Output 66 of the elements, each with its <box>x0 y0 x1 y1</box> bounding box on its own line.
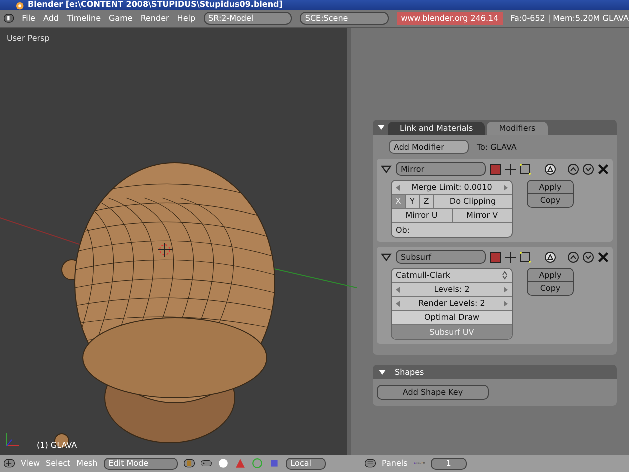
window-title: Blender [e:\CONTENT 2008\STUPIDUS\Stupidus09.blend] <box>28 0 283 10</box>
grid-toggle-icon[interactable] <box>505 164 516 174</box>
menu-item[interactable]: File <box>22 14 36 23</box>
close-icon[interactable] <box>598 164 609 174</box>
menu-item[interactable]: Timeline <box>66 14 101 23</box>
option-toggle[interactable]: Subsurf UV <box>392 325 512 339</box>
grid-toggle-icon[interactable] <box>505 252 516 262</box>
right-arrow-icon[interactable] <box>502 300 508 306</box>
close-icon[interactable] <box>598 252 609 262</box>
cage-toggle-icon[interactable] <box>520 252 531 262</box>
view-label: User Persp <box>7 34 50 43</box>
panel-title: Shapes <box>395 368 424 376</box>
menu-item[interactable]: Help <box>177 14 196 23</box>
menu-item[interactable]: Render <box>140 14 170 23</box>
expand-triangle-icon[interactable] <box>381 252 392 262</box>
levels-field[interactable]: Levels: 2 <box>392 283 512 297</box>
blender-logo-icon <box>14 0 25 10</box>
modifier-name-field[interactable]: Subsurf <box>396 250 486 264</box>
menu-item[interactable]: Add <box>43 14 59 23</box>
move-down-icon[interactable] <box>583 164 594 174</box>
version-label: www.blender.org 246.14 <box>397 12 503 25</box>
object-label: (1) GLAVA <box>37 441 78 450</box>
editor-type-icon[interactable] <box>4 13 14 24</box>
subdivision-type-menu[interactable]: Catmull-Clark <box>392 269 512 283</box>
stats-label: Fa:0-652 | Mem:5.20M GLAVA <box>510 14 629 23</box>
pivot-icon[interactable] <box>200 458 212 469</box>
move-up-icon[interactable] <box>568 252 579 262</box>
frame-field[interactable]: 1 <box>430 458 467 470</box>
orientation-menu[interactable]: Local <box>286 458 326 470</box>
move-down-icon[interactable] <box>583 252 594 262</box>
screen-field[interactable]: SR:2-Model <box>204 12 292 25</box>
object-field[interactable]: Ob: <box>392 223 512 237</box>
triangle-mesh-icon[interactable] <box>545 252 556 262</box>
apply-button[interactable]: Apply <box>528 269 573 282</box>
collapse-triangle-icon[interactable] <box>377 123 386 132</box>
triangle-mesh-icon[interactable] <box>545 164 556 174</box>
add-shape-key-button[interactable]: Add Shape Key <box>377 385 489 400</box>
editor-type-icon[interactable] <box>365 458 376 469</box>
collapse-triangle-icon[interactable] <box>378 368 387 376</box>
modifier-name-field[interactable]: Mirror <box>396 162 486 176</box>
copy-button[interactable]: Copy <box>528 282 573 295</box>
panel-tab[interactable]: Link and Materials <box>388 122 486 135</box>
render-toggle-icon[interactable] <box>490 252 501 262</box>
left-arrow-icon[interactable] <box>396 184 401 190</box>
3d-cursor-icon <box>158 243 172 257</box>
cage-toggle-icon[interactable] <box>520 164 531 174</box>
shading-icon[interactable] <box>184 458 195 469</box>
right-arrow-icon[interactable] <box>502 184 508 190</box>
left-arrow-icon[interactable] <box>396 300 401 306</box>
mode-menu[interactable]: Edit Mode <box>104 458 178 470</box>
editor-type-icon[interactable] <box>4 458 15 469</box>
option-toggle[interactable]: Optimal Draw <box>392 311 512 325</box>
expand-triangle-icon[interactable] <box>381 164 392 174</box>
menu-item[interactable]: Game <box>108 14 133 23</box>
right-arrow-icon[interactable] <box>503 286 508 292</box>
panel-tab[interactable]: Modifiers <box>487 122 548 135</box>
copy-button[interactable]: Copy <box>528 194 573 207</box>
apply-button[interactable]: Apply <box>528 181 573 194</box>
move-up-icon[interactable] <box>568 164 579 174</box>
target-label: To: GLAVA <box>477 142 517 152</box>
add-modifier-menu[interactable]: Add Modifier <box>389 140 469 154</box>
render-toggle-icon[interactable] <box>490 164 501 174</box>
left-arrow-icon[interactable] <box>396 286 401 292</box>
scene-field[interactable]: SCE:Scene <box>300 12 390 25</box>
axis-gizmo-icon <box>4 431 20 449</box>
dropdown-arrows-icon <box>502 271 508 280</box>
